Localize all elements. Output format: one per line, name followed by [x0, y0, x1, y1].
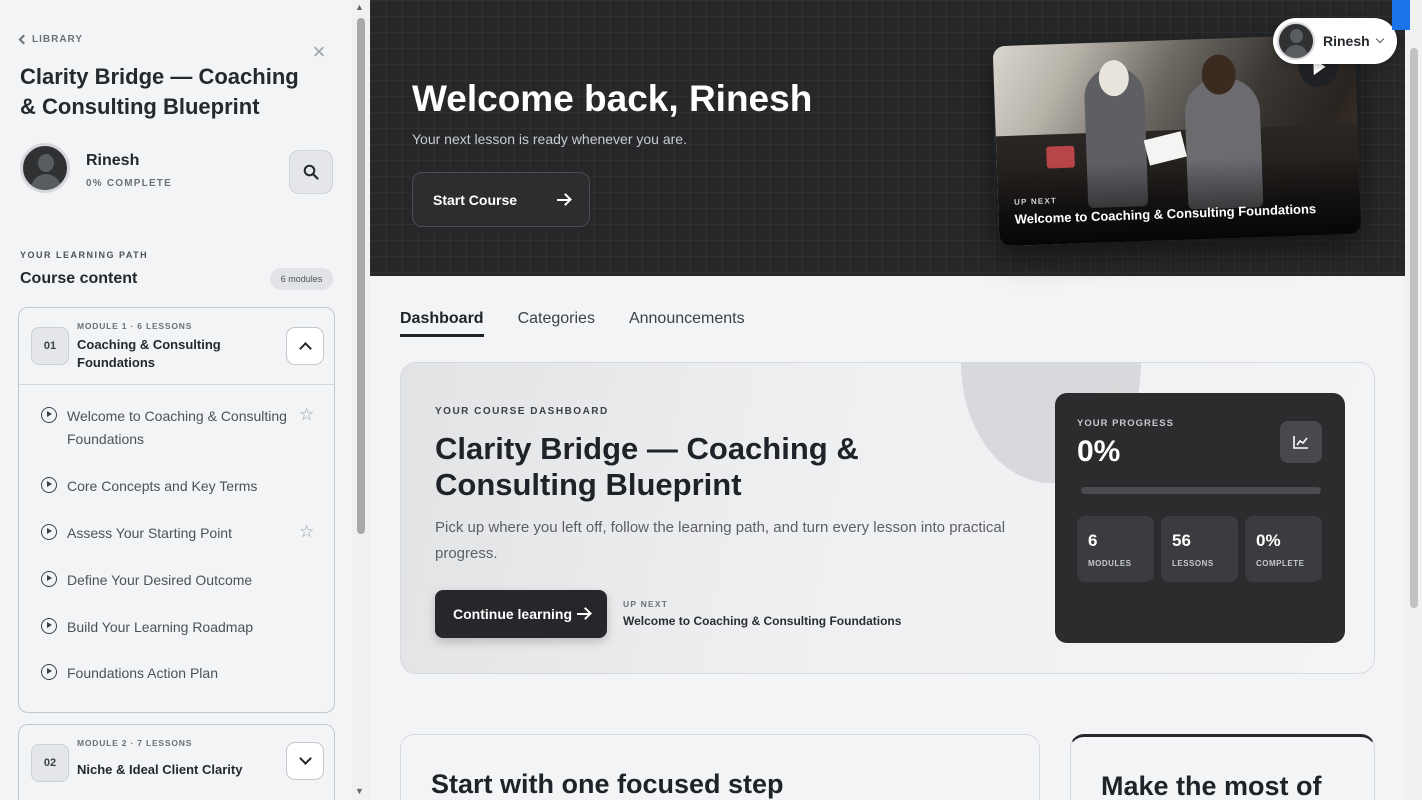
progress-value: 0%	[1077, 435, 1121, 468]
dashboard-description: Pick up where you left off, follow the l…	[435, 519, 1006, 562]
module-header-2[interactable]: 02 MODULE 2 · 7 LESSONS Niche & Ideal Cl…	[19, 725, 334, 800]
scroll-down-arrow-icon[interactable]: ▼	[355, 786, 364, 796]
course-sidebar: LIBRARY × Clarity Bridge — Coaching & Co…	[0, 0, 352, 800]
tab-dashboard[interactable]: Dashboard	[400, 310, 484, 337]
stat-modules: 6 MODULES	[1077, 516, 1154, 582]
module-card-2: 02 MODULE 2 · 7 LESSONS Niche & Ideal Cl…	[18, 724, 335, 800]
play-circle-icon	[41, 524, 57, 540]
stat-number: 0%	[1256, 531, 1281, 550]
lesson-item[interactable]: Define Your Desired Outcome	[41, 569, 326, 592]
stat-number: 56	[1172, 531, 1191, 550]
play-circle-icon	[41, 664, 57, 680]
avatar	[1277, 22, 1315, 60]
module-number: 01	[31, 327, 69, 365]
sidebar-user-name: Rinesh	[86, 152, 140, 169]
course-content-title: Course content	[20, 270, 138, 287]
lesson-title: Build Your Learning Roadmap	[67, 619, 254, 635]
arrow-right-icon	[557, 199, 569, 201]
module-card-1: 01 MODULE 1 · 6 LESSONS Coaching & Consu…	[18, 307, 335, 713]
chevron-left-icon	[18, 34, 29, 45]
arrow-right-icon	[577, 613, 589, 615]
sidebar-scrollbar-thumb[interactable]	[357, 18, 365, 534]
stat-number: 6	[1088, 531, 1098, 550]
user-menu-name: Rinesh	[1323, 33, 1370, 49]
dashboard-label: YOUR COURSE DASHBOARD	[435, 406, 609, 417]
module-collapse-button[interactable]	[286, 327, 324, 365]
play-circle-icon	[41, 407, 57, 423]
search-button[interactable]	[289, 150, 333, 194]
up-next-lesson-link[interactable]: Welcome to Coaching & Consulting Foundat…	[623, 614, 901, 628]
back-to-library-link[interactable]: LIBRARY	[18, 34, 84, 45]
stat-label: MODULES	[1088, 559, 1132, 568]
play-circle-icon	[41, 477, 57, 493]
dashboard-title: Clarity Bridge — Coaching & Consulting B…	[435, 431, 859, 502]
back-link-label: LIBRARY	[32, 34, 84, 45]
chevron-up-icon	[298, 342, 312, 355]
lesson-title: Core Concepts and Key Terms	[67, 478, 258, 494]
continue-learning-label: Continue learning	[453, 606, 572, 622]
play-circle-icon	[41, 618, 57, 634]
start-course-label: Start Course	[433, 191, 518, 208]
continue-learning-button[interactable]: Continue learning	[435, 590, 607, 638]
lesson-item[interactable]: Core Concepts and Key Terms	[41, 475, 326, 498]
close-icon[interactable]: ×	[309, 41, 329, 63]
module-header-1[interactable]: 01 MODULE 1 · 6 LESSONS Coaching & Consu…	[19, 308, 334, 385]
learning-path-label: YOUR LEARNING PATH	[20, 250, 149, 260]
avatar	[20, 143, 70, 193]
next-lesson-video-card[interactable]: UP NEXT Welcome to Coaching & Consulting…	[992, 33, 1362, 247]
page-scrollbar[interactable]	[1392, 0, 1422, 800]
tab-categories[interactable]: Categories	[518, 310, 595, 337]
search-icon	[303, 164, 319, 180]
hero-title: Welcome back, Rinesh	[412, 78, 813, 119]
start-course-button[interactable]: Start Course	[412, 172, 590, 227]
lesson-title: Foundations Action Plan	[67, 665, 218, 681]
lesson-title: Define Your Desired Outcome	[67, 572, 253, 588]
course-dashboard-card: YOUR COURSE DASHBOARD Clarity Bridge — C…	[400, 362, 1375, 674]
progress-bar	[1081, 487, 1321, 494]
stat-lessons: 56 LESSONS	[1161, 516, 1238, 582]
up-next-label: UP NEXT	[623, 599, 669, 609]
scroll-up-arrow-icon[interactable]: ▲	[355, 2, 364, 12]
chevron-down-icon	[298, 752, 312, 765]
star-icon[interactable]: ☆	[299, 522, 314, 542]
make-the-most-card: Make the most of	[1070, 734, 1375, 800]
video-up-next-label: UP NEXT	[1013, 196, 1058, 207]
modules-count-badge: 6 modules	[270, 268, 333, 290]
module-expand-button[interactable]	[286, 742, 324, 780]
module-name: Coaching & Consulting Foundations	[77, 337, 221, 370]
chart-icon[interactable]	[1280, 421, 1322, 463]
page-scrollbar-thumb[interactable]	[1410, 48, 1418, 608]
progress-card: YOUR PROGRESS 0% 6 MODULES 56 LESSONS 0%…	[1055, 393, 1345, 643]
focused-step-title: Start with one focused step	[431, 769, 784, 799]
module-meta: MODULE 2 · 7 LESSONS	[77, 738, 193, 748]
module-name: Niche & Ideal Client Clarity	[77, 762, 243, 777]
stat-label: COMPLETE	[1256, 559, 1305, 568]
sidebar-course-title: Clarity Bridge — Coaching & Consulting B…	[20, 64, 299, 119]
main-tabs: Dashboard Categories Announcements	[400, 310, 745, 337]
browser-indicator	[1392, 0, 1410, 30]
lesson-title: Welcome to Coaching & Consulting Foundat…	[67, 408, 287, 447]
stat-label: LESSONS	[1172, 559, 1214, 568]
lesson-item[interactable]: Build Your Learning Roadmap	[41, 616, 326, 639]
lesson-item[interactable]: Welcome to Coaching & Consulting Foundat…	[41, 405, 326, 451]
star-icon[interactable]: ☆	[299, 405, 314, 425]
sidebar-scrollbar[interactable]: ▲ ▼	[352, 0, 370, 800]
tab-announcements[interactable]: Announcements	[629, 310, 745, 337]
module-meta: MODULE 1 · 6 LESSONS	[77, 321, 193, 331]
sidebar-user-progress: 0% COMPLETE	[86, 178, 172, 189]
focused-step-card: Start with one focused step	[400, 734, 1040, 800]
hero-subtitle: Your next lesson is ready whenever you a…	[412, 131, 687, 147]
module-number: 02	[31, 744, 69, 782]
play-circle-icon	[41, 571, 57, 587]
lesson-title: Assess Your Starting Point	[67, 525, 232, 541]
lesson-item[interactable]: Foundations Action Plan	[41, 662, 326, 685]
stat-complete: 0% COMPLETE	[1245, 516, 1322, 582]
chevron-down-icon	[1375, 34, 1385, 44]
user-menu-button[interactable]: Rinesh	[1273, 18, 1397, 64]
progress-label: YOUR PROGRESS	[1077, 418, 1174, 429]
lesson-item[interactable]: Assess Your Starting Point ☆	[41, 522, 326, 545]
make-the-most-title: Make the most of	[1101, 771, 1322, 800]
